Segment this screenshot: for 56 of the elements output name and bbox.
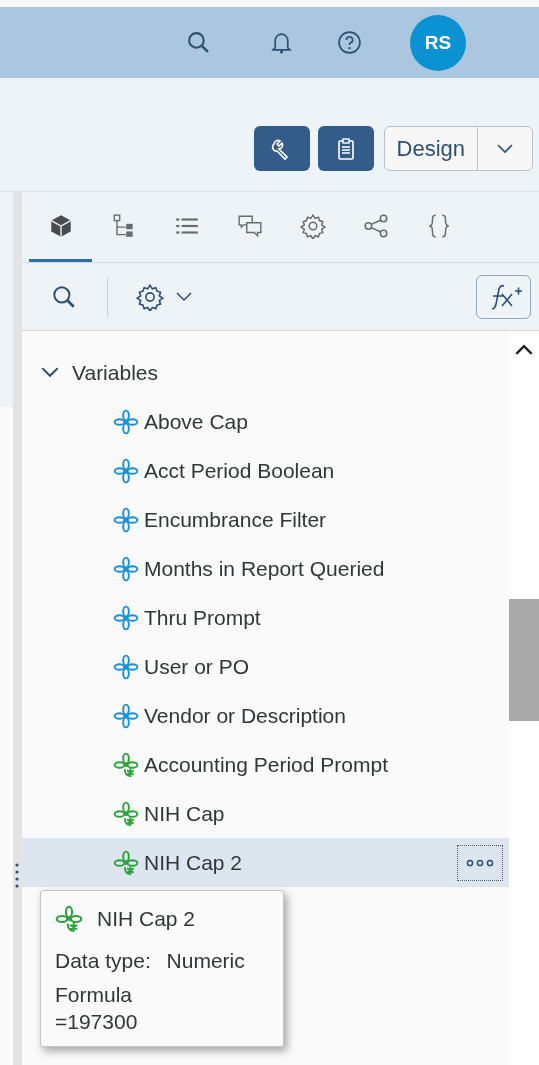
caret-icon bbox=[497, 143, 513, 154]
formula-button[interactable] bbox=[476, 274, 531, 319]
variable-icon bbox=[113, 604, 139, 631]
variable-row[interactable]: User or PO bbox=[22, 642, 509, 691]
formula-label: Formula bbox=[55, 982, 134, 1008]
group-label: Variables bbox=[72, 360, 158, 385]
variable-label: Vendor or Description bbox=[144, 703, 346, 728]
variable-label: User or PO bbox=[144, 654, 250, 679]
caret-icon bbox=[176, 291, 192, 302]
variable-row[interactable]: Above Cap bbox=[22, 397, 509, 446]
scrollbar-thumb[interactable] bbox=[509, 599, 539, 721]
variable-label: Encumbrance Filter bbox=[144, 507, 327, 532]
variable-label: Accounting Period Prompt bbox=[144, 752, 388, 777]
variable-icon bbox=[113, 457, 139, 484]
more-icon bbox=[465, 858, 495, 867]
variable-row[interactable]: Acct Period Boolean bbox=[22, 446, 509, 495]
formula-variable-icon bbox=[113, 849, 139, 876]
more-options-button[interactable] bbox=[457, 844, 503, 881]
formula-variable-icon bbox=[113, 751, 139, 778]
tools-button[interactable] bbox=[253, 126, 310, 171]
variable-icon bbox=[113, 408, 139, 435]
gear-icon bbox=[299, 212, 326, 239]
help-icon[interactable] bbox=[337, 30, 362, 55]
tree-group-row[interactable]: Variables bbox=[22, 348, 509, 397]
chevron-icon bbox=[41, 367, 59, 378]
search-icon[interactable] bbox=[186, 30, 211, 55]
settings-icon bbox=[136, 282, 164, 311]
settings-menu-button[interactable] bbox=[136, 282, 192, 311]
variable-label: Acct Period Boolean bbox=[144, 458, 335, 483]
notification-bell-icon[interactable] bbox=[269, 30, 294, 55]
data-type-label: Data type: bbox=[55, 949, 151, 972]
variable-label: Months in Report Queried bbox=[144, 556, 385, 581]
variable-row[interactable]: Encumbrance Filter bbox=[22, 495, 509, 544]
variable-row[interactable]: Thru Prompt bbox=[22, 593, 509, 642]
data-type-value: Numeric bbox=[166, 949, 245, 972]
share-icon bbox=[362, 212, 389, 239]
variable-row[interactable]: Accounting Period Prompt bbox=[22, 740, 509, 789]
scroll-up-icon[interactable] bbox=[515, 344, 533, 355]
variable-icon bbox=[113, 555, 139, 582]
formula-value: =197300 bbox=[55, 1009, 139, 1036]
variable-icon bbox=[113, 653, 139, 680]
variable-label: Thru Prompt bbox=[144, 605, 261, 630]
variable-label: NIH Cap 2 bbox=[144, 850, 243, 875]
variable-icon bbox=[113, 702, 139, 729]
variable-label: NIH Cap bbox=[144, 801, 225, 826]
clipboard-button[interactable] bbox=[317, 126, 374, 171]
search-icon[interactable] bbox=[51, 283, 77, 310]
tooltip-title: NIH Cap 2 bbox=[97, 907, 196, 931]
variable-icon bbox=[113, 506, 139, 533]
variable-row[interactable]: Months in Report Queried bbox=[22, 544, 509, 593]
formula-variable-icon bbox=[113, 800, 139, 827]
variable-label: Above Cap bbox=[144, 409, 248, 434]
variable-row[interactable]: NIH Cap 2 bbox=[22, 838, 509, 887]
drag-handle-icon[interactable] bbox=[15, 862, 19, 888]
variable-row[interactable]: NIH Cap bbox=[22, 789, 509, 838]
variable-row[interactable]: Vendor or Description bbox=[22, 691, 509, 740]
